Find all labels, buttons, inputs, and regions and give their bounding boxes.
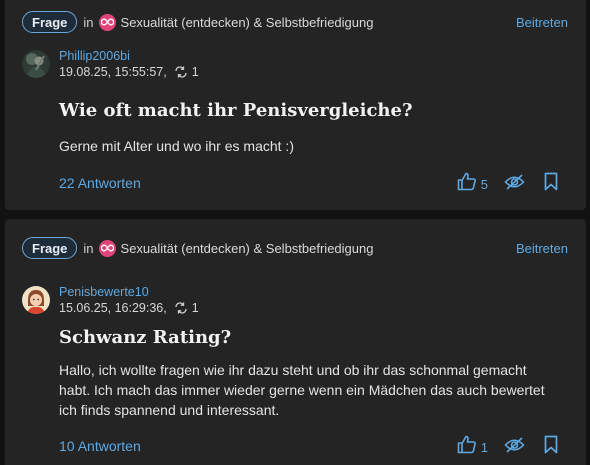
like-button[interactable]: 1 bbox=[457, 435, 488, 459]
repost-count: 1 bbox=[191, 64, 199, 79]
card-header: Frage in Sexualität (entdecken) & Selbst… bbox=[22, 236, 568, 260]
author-row: Penisbewerte10 15.06.25, 16:29:36, 1 bbox=[22, 282, 199, 318]
card-actions: 1 bbox=[457, 435, 558, 459]
category-link[interactable]: Sexualität (entdecken) & Selbstbefriedig… bbox=[121, 15, 374, 30]
thumbs-up-icon bbox=[457, 435, 477, 459]
question-card[interactable]: Frage in Sexualität (entdecken) & Selbst… bbox=[5, 219, 586, 465]
question-body: Gerne mit Alter und wo ihr es macht :) bbox=[59, 138, 294, 154]
hide-button[interactable] bbox=[504, 436, 525, 458]
author-row: Phillip2006bi 19.08.25, 15:55:57, 1 bbox=[22, 46, 199, 82]
post-datetime: 15.06.25, 16:29:36, 1 bbox=[59, 300, 199, 316]
answers-link[interactable]: 22 Antworten bbox=[59, 175, 141, 191]
eye-slash-icon bbox=[504, 436, 525, 458]
card-header: Frage in Sexualität (entdecken) & Selbst… bbox=[22, 10, 568, 34]
username-link[interactable]: Phillip2006bi bbox=[59, 49, 199, 64]
username-link[interactable]: Penisbewerte10 bbox=[59, 285, 199, 300]
repost-icon bbox=[174, 301, 188, 314]
avatar[interactable] bbox=[22, 286, 50, 314]
category-link[interactable]: Sexualität (entdecken) & Selbstbefriedig… bbox=[121, 241, 374, 256]
thumbs-up-icon bbox=[457, 172, 477, 196]
bookmark-button[interactable] bbox=[544, 435, 558, 459]
infinity-icon bbox=[98, 13, 116, 31]
question-body: Hallo, ich wollte fragen wie ihr dazu st… bbox=[59, 362, 545, 418]
like-button[interactable]: 5 bbox=[457, 172, 488, 196]
bookmark-button[interactable] bbox=[544, 172, 558, 196]
question-card[interactable]: Frage in Sexualität (entdecken) & Selbst… bbox=[5, 0, 586, 210]
datetime-text: 15.06.25, 16:29:36, bbox=[59, 300, 167, 315]
infinity-icon bbox=[98, 239, 116, 257]
in-label: in bbox=[83, 14, 94, 30]
like-count: 5 bbox=[480, 176, 488, 192]
hide-button[interactable] bbox=[504, 173, 525, 195]
repost-count: 1 bbox=[191, 300, 199, 315]
repost-icon bbox=[174, 65, 188, 78]
join-button[interactable]: Beitreten bbox=[516, 15, 568, 30]
like-count: 1 bbox=[480, 439, 488, 455]
answers-link[interactable]: 10 Antworten bbox=[59, 438, 141, 454]
bookmark-icon bbox=[544, 435, 558, 459]
in-label: in bbox=[83, 240, 94, 256]
question-title[interactable]: Wie oft macht ihr Penisvergleiche? bbox=[59, 100, 413, 121]
post-datetime: 19.08.25, 15:55:57, 1 bbox=[59, 64, 199, 80]
card-actions: 5 bbox=[457, 172, 558, 196]
question-title[interactable]: Schwanz Rating? bbox=[59, 327, 231, 348]
question-type-badge: Frage bbox=[22, 237, 78, 259]
eye-slash-icon bbox=[504, 173, 525, 195]
question-type-badge: Frage bbox=[22, 11, 78, 33]
join-button[interactable]: Beitreten bbox=[516, 241, 568, 256]
question-feed: Frage in Sexualität (entdecken) & Selbst… bbox=[0, 0, 590, 465]
datetime-text: 19.08.25, 15:55:57, bbox=[59, 64, 167, 79]
avatar[interactable] bbox=[22, 50, 50, 78]
bookmark-icon bbox=[544, 172, 558, 196]
